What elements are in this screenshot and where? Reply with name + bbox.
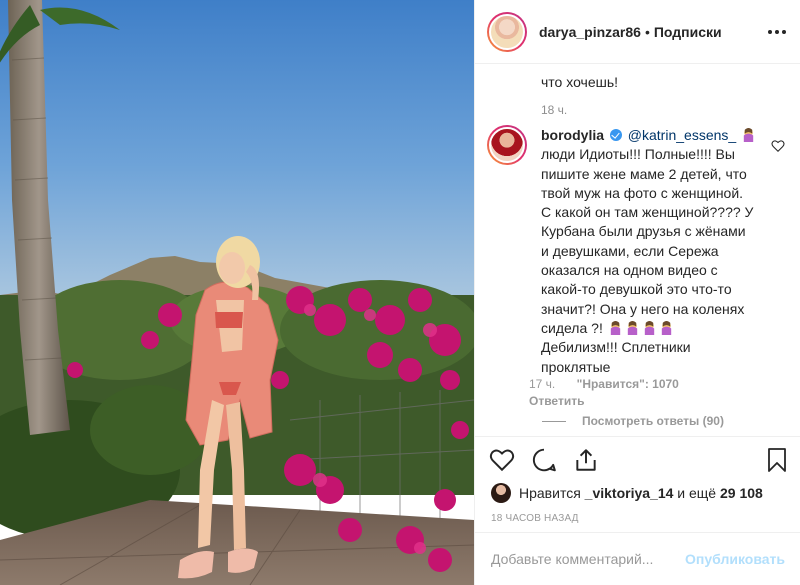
comment-input[interactable]: [491, 551, 686, 567]
previous-comment-time[interactable]: 18 ч.: [541, 103, 567, 117]
woman-facepalming-emoji: [644, 320, 654, 335]
add-comment-section: Опубликовать: [475, 532, 800, 585]
bookmark-icon[interactable]: [765, 447, 789, 473]
commenter-username[interactable]: borodylia: [541, 127, 604, 143]
comment-likes[interactable]: "Нравится": 1070: [577, 377, 679, 391]
comment-body: borodylia @katrin_essens_ люди Идиоты!!!…: [541, 126, 769, 377]
post-photo[interactable]: [0, 0, 474, 585]
author-avatar[interactable]: [487, 11, 527, 52]
comment-line: Дебилизм!!! Сплетники: [541, 339, 691, 356]
comment-like-heart-icon[interactable]: [771, 139, 785, 153]
more-horizontal-icon[interactable]: [767, 22, 787, 42]
comment-line: С какой он там женщиной???? У: [541, 204, 754, 221]
share-icon[interactable]: [573, 447, 599, 473]
post-action-bar: [489, 447, 599, 473]
heart-icon[interactable]: [489, 447, 515, 473]
verified-badge-icon: [609, 129, 622, 141]
post-header: darya_pinzar86 • Подписки: [475, 0, 800, 64]
view-replies-label: Посмотреть ответы (90): [582, 414, 724, 428]
comment-mention[interactable]: @katrin_essens_: [628, 127, 736, 143]
comment-line: проклятые: [541, 358, 611, 375]
comment-line: оказался на одном видео с: [541, 262, 718, 279]
likes-summary: Нравится _viktoriya_14 и ещё 29 108: [491, 483, 763, 503]
comment-line: Курбана были друзья с жёнами: [541, 223, 746, 240]
liker-avatar[interactable]: [491, 483, 511, 503]
liker-username[interactable]: _viktoriya_14: [585, 485, 674, 501]
view-replies-button[interactable]: Посмотреть ответы (90): [542, 414, 724, 428]
comment-time[interactable]: 17 ч.: [529, 377, 555, 391]
publish-button[interactable]: Опубликовать: [685, 551, 785, 567]
likes-prefix: Нравится: [519, 485, 581, 501]
woman-facepalming-emoji: [661, 320, 671, 335]
comment-meta: 17 ч. "Нравится": 1070: [529, 377, 679, 391]
commenter-avatar-image: [489, 127, 525, 163]
comment-line: твой муж на фото с женщиной.: [541, 184, 744, 201]
author-username[interactable]: darya_pinzar86: [539, 24, 641, 40]
author-avatar-image: [489, 13, 525, 50]
post-actions-section: Нравится _viktoriya_14 и ещё 29 108 18 Ч…: [475, 436, 800, 532]
commenter-avatar[interactable]: [487, 125, 527, 165]
previous-comment-text: что хочешь!: [541, 74, 619, 90]
comment-line: и девушками, если Сережа: [541, 242, 719, 259]
comment-line: люди Идиоты!!! Полные!!!! Вы: [541, 146, 735, 163]
comment-line: значит?! Она у него на коленях: [541, 300, 745, 317]
likes-count[interactable]: 29 108: [720, 485, 763, 501]
woman-facepalming-emoji: [743, 127, 754, 142]
likes-middle: и ещё: [677, 485, 717, 501]
woman-facepalming-emoji: [610, 320, 620, 335]
reply-button[interactable]: Ответить: [529, 394, 584, 408]
post-timestamp[interactable]: 18 ЧАСОВ НАЗАД: [491, 513, 579, 524]
comment-line: пишите жене маме 2 детей, что: [541, 165, 747, 182]
post-side-panel: darya_pinzar86 • Подписки что хочешь! 18…: [474, 0, 800, 585]
header-separator: •: [644, 23, 650, 40]
woman-facepalming-emoji: [627, 320, 637, 335]
comment-icon[interactable]: [531, 447, 557, 473]
replies-divider: [542, 420, 566, 422]
following-button[interactable]: Подписки: [654, 24, 722, 40]
comments-list[interactable]: что хочешь! 18 ч. borodylia @katrin_esse…: [475, 65, 800, 436]
comment-line: сидела ?!: [541, 319, 603, 336]
comment-line: какой-то девушкой это что-то: [541, 281, 732, 298]
